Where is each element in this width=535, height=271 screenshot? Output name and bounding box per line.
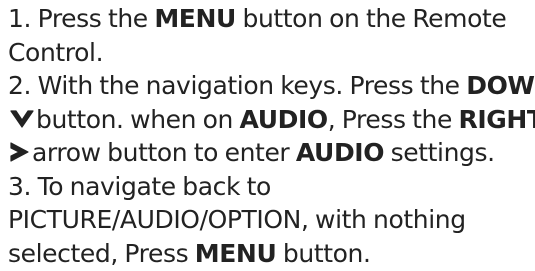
step-2-line-3: arrow button to enter AUDIO settings. [8, 136, 533, 170]
right-key-label: RIGHT [458, 104, 535, 134]
audio-settings-label: AUDIO [295, 138, 385, 167]
step-3-line-1: 3. To navigate back to [8, 171, 271, 201]
step-1-line-1: 1. Press the MENU button on the Remote [8, 4, 507, 33]
step-3-line-2: PICTURE/AUDIO/OPTION, with nothing [8, 205, 466, 234]
chevron-down-icon [8, 108, 36, 130]
chevron-right-icon [8, 141, 32, 163]
step-2-line-1: 2. With the navigation keys. Press the D… [8, 69, 535, 103]
menu-key-label: MENU [194, 238, 277, 268]
step-1-line-2: Control. [8, 37, 104, 67]
audio-key-label: AUDIO [239, 104, 329, 134]
step-2-line-2: button. when on AUDIO, Press the RIGHT [8, 103, 535, 137]
down-key-label: DOWN [466, 71, 535, 100]
instructions-text: 1. Press the MENU button on the Remote C… [8, 2, 535, 270]
step-3-line-3: selected, Press MENU button. [8, 238, 371, 268]
menu-key-label: MENU [154, 4, 236, 33]
